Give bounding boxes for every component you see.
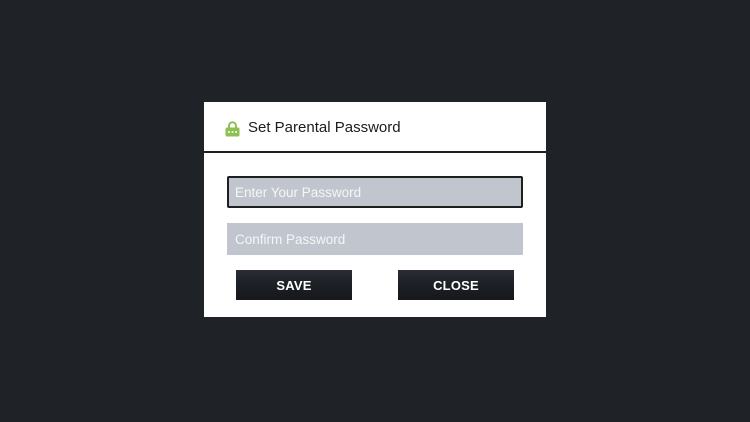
parental-password-dialog: Set Parental Password SAVE CLOSE bbox=[204, 102, 546, 317]
password-input[interactable] bbox=[227, 176, 523, 208]
save-button[interactable]: SAVE bbox=[236, 270, 352, 300]
dialog-title: Set Parental Password bbox=[248, 119, 401, 136]
confirm-password-input[interactable] bbox=[227, 223, 523, 255]
lock-icon bbox=[225, 121, 240, 137]
header-divider bbox=[204, 151, 546, 153]
close-button[interactable]: CLOSE bbox=[398, 270, 514, 300]
dialog-header: Set Parental Password bbox=[204, 102, 546, 151]
